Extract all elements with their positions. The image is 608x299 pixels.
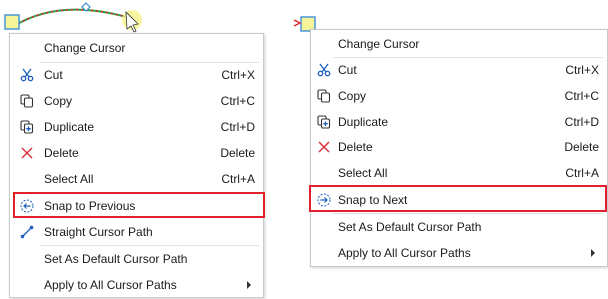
menu-item-snap-to-previous[interactable]: Snap to Previous <box>10 194 263 218</box>
menu-item-shortcut: Ctrl+X <box>565 63 599 77</box>
cursor-start-point[interactable] <box>4 14 20 30</box>
menu-item-delete[interactable]: Delete Delete <box>311 135 607 159</box>
menu-item-shortcut: Ctrl+C <box>564 89 599 103</box>
menu-item-shortcut: Ctrl+C <box>220 94 255 108</box>
menu-item-shortcut: Ctrl+A <box>565 166 599 180</box>
menu-separator <box>333 213 603 214</box>
menu-item-cut[interactable]: Cut Ctrl+X <box>10 63 263 87</box>
menu-item-shortcut: Ctrl+D <box>220 120 255 134</box>
scissors-icon <box>317 63 331 77</box>
straight-path-icon <box>20 225 34 239</box>
menu-item-label: Delete <box>338 140 373 154</box>
menu-separator <box>40 192 259 193</box>
menu-separator <box>333 186 603 187</box>
menu-item-label: Snap to Next <box>338 193 408 207</box>
menu-item-label: Cut <box>338 63 357 77</box>
menu-item-label: Set As Default Cursor Path <box>338 220 482 234</box>
menu-item-set-default-cursor-path[interactable]: Set As Default Cursor Path <box>10 247 263 271</box>
menu-item-select-all[interactable]: Select All Ctrl+A <box>10 167 263 191</box>
menu-item-label: Cut <box>44 68 63 82</box>
menu-item-duplicate[interactable]: Duplicate Ctrl+D <box>311 110 607 134</box>
delete-x-icon <box>317 140 331 154</box>
menu-item-shortcut: Ctrl+D <box>564 115 599 129</box>
menu-item-delete[interactable]: Delete Delete <box>10 141 263 165</box>
menu-item-label: Change Cursor <box>44 41 126 55</box>
menu-item-straight-cursor-path[interactable]: Straight Cursor Path <box>10 220 263 244</box>
menu-item-shortcut: Delete <box>220 146 255 160</box>
menu-item-label: Copy <box>44 94 73 108</box>
menu-item-label: Straight Cursor Path <box>44 225 153 239</box>
submenu-arrow-icon <box>247 281 251 289</box>
menu-item-label: Apply to All Cursor Paths <box>338 246 471 260</box>
menu-item-duplicate[interactable]: Duplicate Ctrl+D <box>10 115 263 139</box>
copy-icon <box>317 89 331 103</box>
menu-item-apply-to-all-cursor-paths[interactable]: Apply to All Cursor Paths <box>311 241 607 265</box>
cursor-path-left[interactable] <box>4 2 142 33</box>
menu-item-copy[interactable]: Copy Ctrl+C <box>10 89 263 113</box>
submenu-arrow-icon <box>591 249 595 257</box>
menu-item-copy[interactable]: Copy Ctrl+C <box>311 84 607 108</box>
menu-item-shortcut: Ctrl+A <box>221 172 255 186</box>
menu-item-label: Select All <box>44 172 94 186</box>
context-menu-left: Change Cursor Cut Ctrl+X Copy Ctrl+C Dup… <box>9 33 264 298</box>
duplicate-icon <box>20 120 34 134</box>
menu-separator <box>40 245 259 246</box>
menu-item-set-default-cursor-path[interactable]: Set As Default Cursor Path <box>311 215 607 239</box>
menu-item-label: Duplicate <box>338 115 389 129</box>
snap-previous-icon <box>20 199 34 213</box>
menu-item-change-cursor[interactable]: Change Cursor <box>10 36 263 60</box>
menu-item-label: Duplicate <box>44 120 95 134</box>
menu-item-snap-to-next[interactable]: Snap to Next <box>311 188 607 212</box>
copy-icon <box>20 94 34 108</box>
duplicate-icon <box>317 115 331 129</box>
menu-item-apply-to-all-cursor-paths[interactable]: Apply to All Cursor Paths <box>10 273 263 297</box>
menu-item-shortcut: Ctrl+X <box>221 68 255 82</box>
scissors-icon <box>20 68 34 82</box>
menu-item-label: Set As Default Cursor Path <box>44 252 188 266</box>
menu-item-label: Change Cursor <box>338 37 420 51</box>
menu-item-label: Apply to All Cursor Paths <box>44 278 177 292</box>
menu-item-select-all[interactable]: Select All Ctrl+A <box>311 161 607 185</box>
menu-item-cut[interactable]: Cut Ctrl+X <box>311 58 607 82</box>
menu-item-change-cursor[interactable]: Change Cursor <box>311 32 607 56</box>
menu-item-label: Select All <box>338 166 388 180</box>
delete-x-icon <box>20 146 34 160</box>
menu-item-shortcut: Delete <box>564 140 599 154</box>
menu-item-label: Delete <box>44 146 79 160</box>
snap-next-icon <box>317 193 331 207</box>
context-menu-right: Change Cursor Cut Ctrl+X Copy Ctrl+C Dup… <box>310 29 608 267</box>
menu-item-label: Copy <box>338 89 367 103</box>
menu-item-label: Snap to Previous <box>44 199 136 213</box>
